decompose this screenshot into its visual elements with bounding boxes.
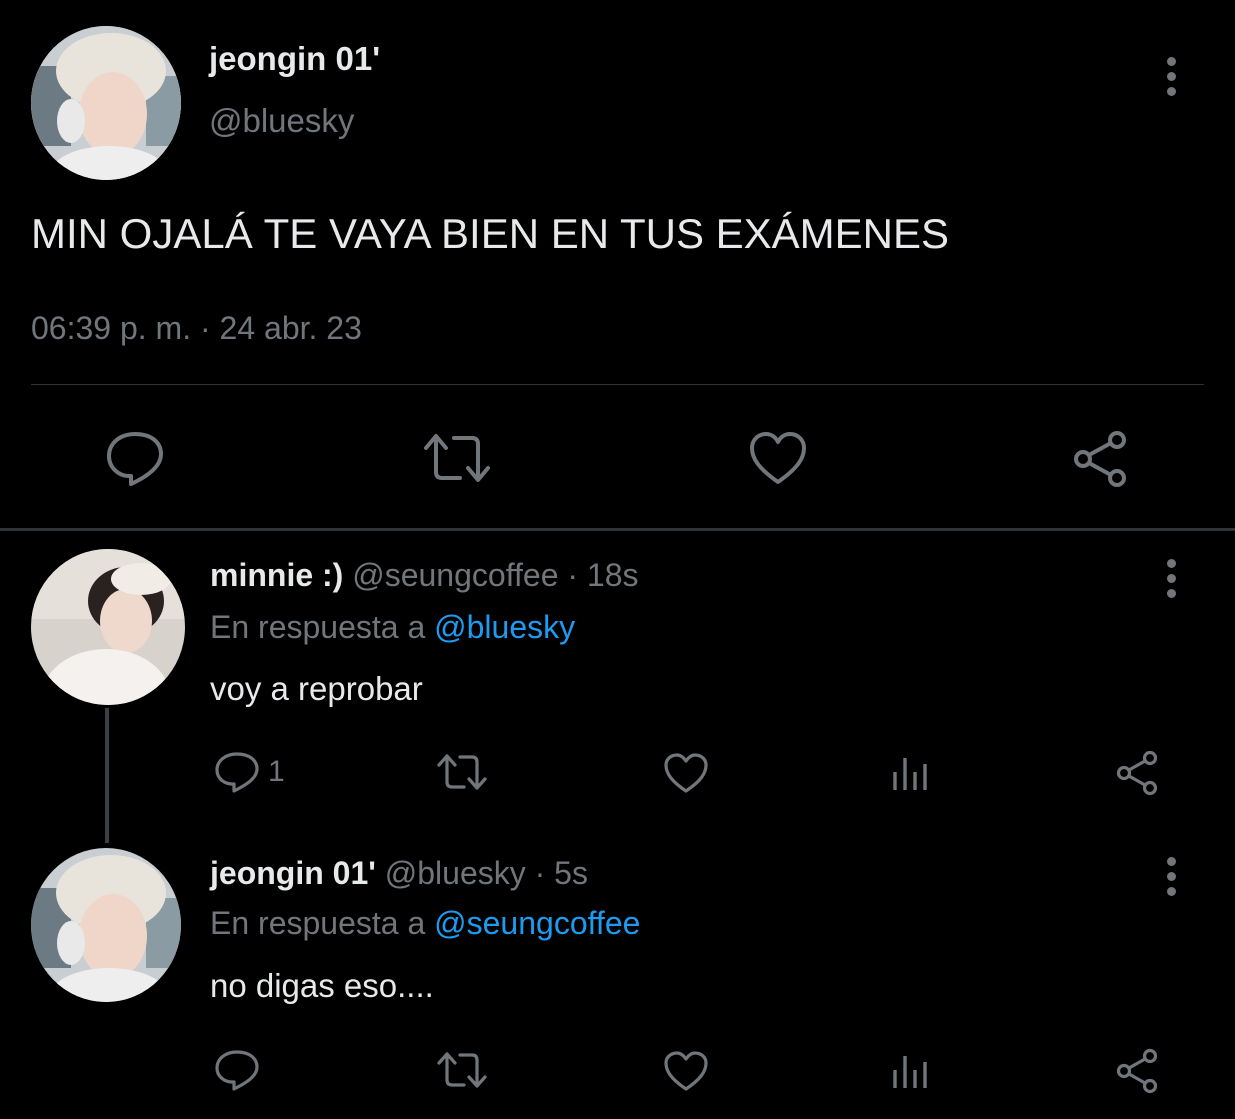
- avatar[interactable]: [31, 848, 181, 1002]
- display-name[interactable]: jeongin 01': [209, 40, 380, 78]
- more-options-icon[interactable]: [1167, 857, 1177, 902]
- timestamp[interactable]: 06:39 p. m. · 24 abr. 23: [31, 310, 362, 347]
- share-icon[interactable]: [1071, 430, 1129, 488]
- avatar-photo: [31, 848, 181, 1002]
- share-icon[interactable]: [1114, 750, 1160, 796]
- relative-time[interactable]: · 18s: [567, 557, 638, 593]
- reply-text: no digas eso....: [210, 967, 434, 1004]
- reply-icon[interactable]: [214, 1048, 260, 1092]
- handle[interactable]: @bluesky: [385, 855, 526, 891]
- reply-prefix: En respuesta a: [210, 905, 426, 941]
- reply-header: minnie :) @seungcoffee · 18s: [210, 557, 639, 594]
- reply-header: jeongin 01' @bluesky · 5s: [210, 855, 588, 892]
- like-icon[interactable]: [663, 1050, 709, 1092]
- like-icon[interactable]: [663, 752, 709, 794]
- like-icon[interactable]: [748, 430, 808, 486]
- display-name[interactable]: minnie :): [210, 557, 343, 593]
- reply-icon[interactable]: [214, 750, 260, 794]
- avatar-photo: [31, 549, 185, 705]
- reply-prefix: En respuesta a: [210, 609, 426, 645]
- reply-icon[interactable]: [104, 428, 166, 488]
- handle[interactable]: @seungcoffee: [352, 557, 558, 593]
- avatar[interactable]: [31, 26, 181, 180]
- reply-context: En respuesta a @bluesky: [210, 609, 575, 646]
- divider: [31, 384, 1204, 385]
- display-name[interactable]: jeongin 01': [210, 855, 376, 891]
- more-options-icon[interactable]: [1167, 559, 1177, 604]
- retweet-icon[interactable]: [436, 750, 488, 794]
- retweet-icon[interactable]: [422, 428, 492, 488]
- mention-link[interactable]: @seungcoffee: [434, 905, 640, 941]
- handle[interactable]: @bluesky: [209, 102, 354, 140]
- avatar-photo: [31, 26, 181, 180]
- share-icon[interactable]: [1114, 1048, 1160, 1094]
- reply-text: voy a reprobar: [210, 670, 423, 707]
- section-divider: [0, 528, 1235, 531]
- retweet-icon[interactable]: [436, 1048, 488, 1092]
- relative-time[interactable]: · 5s: [535, 855, 588, 891]
- avatar[interactable]: [31, 549, 185, 705]
- reply-count: 1: [268, 755, 285, 788]
- reply-context: En respuesta a @seungcoffee: [210, 905, 640, 942]
- analytics-icon[interactable]: [891, 752, 931, 792]
- tweet-text: MIN OJALÁ TE VAYA BIEN EN TUS EXÁMENES: [31, 210, 950, 257]
- more-options-icon[interactable]: [1167, 57, 1177, 102]
- analytics-icon[interactable]: [891, 1050, 931, 1090]
- mention-link[interactable]: @bluesky: [434, 609, 575, 645]
- thread-line: [105, 708, 109, 843]
